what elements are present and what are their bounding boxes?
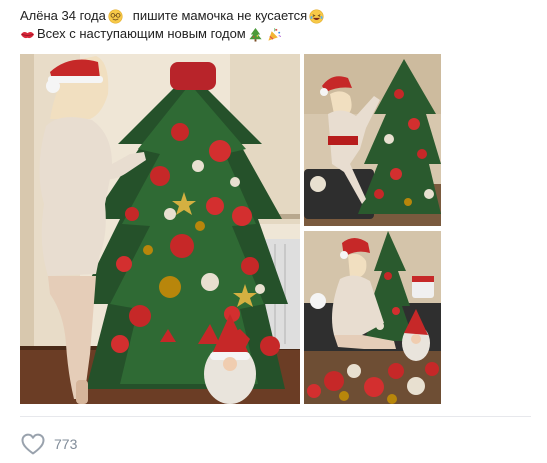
laughing-face-icon (309, 8, 324, 24)
photo-gallery (20, 54, 441, 404)
photo-side-bottom[interactable] (304, 231, 441, 404)
christmas-tree-icon (249, 27, 262, 42)
post-text-line-1: Алёна 34 года пишите мамочка не кусается (20, 7, 535, 25)
photo-woman-hanging-ornament (304, 54, 441, 226)
post-text-part-3: Всех с наступающим новым годом (37, 26, 246, 41)
post-divider (20, 416, 531, 417)
post-text-part-1: Алёна 34 года (20, 8, 106, 23)
smiling-face-with-glasses-icon (108, 8, 123, 24)
post-text-part-2: пишите мамочка не кусается (132, 8, 308, 23)
lips-icon (20, 31, 35, 38)
post-text-line-2: Всех с наступающим новым годом (20, 25, 535, 43)
post-text: Алёна 34 года пишите мамочка не кусается… (20, 7, 535, 43)
like-button[interactable]: 773 (20, 432, 77, 456)
heart-icon (21, 433, 45, 455)
photo-main[interactable] (20, 54, 300, 404)
like-count: 773 (54, 436, 78, 452)
photo-woman-decorating-christmas-tree (20, 54, 300, 404)
party-popper-icon (268, 27, 281, 41)
photo-side-top[interactable] (304, 54, 441, 226)
photo-woman-sitting-with-toys (304, 231, 441, 404)
